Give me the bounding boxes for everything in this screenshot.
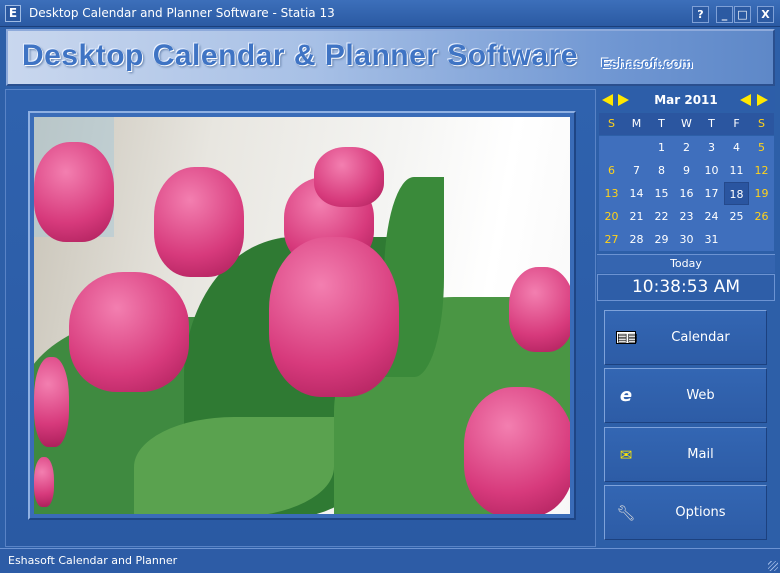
date-cell[interactable]: 14 — [624, 182, 649, 205]
window-title: Desktop Calendar and Planner Software - … — [29, 6, 335, 20]
date-cell[interactable]: 18 — [724, 182, 749, 205]
title-bar: E Desktop Calendar and Planner Software … — [0, 0, 780, 27]
date-cell[interactable]: 11 — [724, 159, 749, 182]
weekday: T — [658, 117, 665, 130]
mail-icon: ✉ — [619, 446, 633, 464]
banner: Desktop Calendar & Planner Software Esha… — [6, 29, 775, 86]
app-icon[interactable]: E — [5, 5, 21, 22]
web-button-label: Web — [686, 388, 715, 403]
date-cell[interactable]: 1 — [649, 136, 674, 159]
status-text: Eshasoft Calendar and Planner — [8, 554, 178, 567]
date-cell[interactable]: 28 — [624, 228, 649, 251]
date-cell[interactable]: 20 — [599, 205, 624, 228]
date-cell — [749, 228, 774, 251]
clock: 10:38:53 AM — [597, 274, 775, 301]
date-cell[interactable]: 5 — [749, 136, 774, 159]
calendar-book-icon: ▤▤ — [616, 331, 638, 344]
photo-frame — [28, 111, 576, 520]
mail-button[interactable]: ✉ Mail — [604, 427, 767, 482]
weekday: W — [681, 117, 692, 130]
date-cell[interactable]: 4 — [724, 136, 749, 159]
right-panel: Mar 2011 S M T W T F S 1 2 3 4 5 6 7 8 9 10 11 12 13… — [597, 89, 775, 547]
web-button[interactable]: e Web — [604, 368, 767, 423]
date-cell[interactable]: 9 — [674, 159, 699, 182]
calendar-button-label: Calendar — [671, 330, 730, 345]
date-cell[interactable]: 30 — [674, 228, 699, 251]
date-cell[interactable]: 27 — [599, 228, 624, 251]
weekday-row: S M T W T F S — [599, 113, 774, 135]
help-button[interactable]: ? — [692, 6, 709, 23]
date-cell[interactable]: 31 — [699, 228, 724, 251]
date-cell[interactable]: 17 — [699, 182, 724, 205]
options-button-label: Options — [675, 505, 726, 520]
date-cell[interactable]: 21 — [624, 205, 649, 228]
date-cell[interactable]: 19 — [749, 182, 774, 205]
photo-panel — [5, 89, 596, 547]
status-bar: Eshasoft Calendar and Planner — [0, 548, 780, 573]
next-year-icon[interactable] — [757, 94, 768, 106]
weekday: S — [608, 117, 615, 130]
minimize-button[interactable]: _ — [716, 6, 733, 23]
date-cell[interactable]: 22 — [649, 205, 674, 228]
maximize-button[interactable]: □ — [734, 6, 751, 23]
today-button[interactable]: Today — [597, 254, 775, 273]
date-cell[interactable]: 26 — [749, 205, 774, 228]
tulip-photo — [34, 117, 570, 514]
weekday: M — [631, 117, 642, 130]
prev-year-icon[interactable] — [740, 94, 751, 106]
date-cell[interactable]: 24 — [699, 205, 724, 228]
calendar-button[interactable]: ▤▤ Calendar — [604, 310, 767, 365]
banner-site: Eshasoft.com — [601, 55, 693, 71]
date-cell[interactable]: 3 — [699, 136, 724, 159]
options-button[interactable]: 🔧︎ Options — [604, 485, 767, 540]
internet-explorer-icon: e — [619, 385, 633, 406]
date-cell — [599, 136, 624, 159]
date-grid: 1 2 3 4 5 6 7 8 9 10 11 12 13 14 15 16 17 18 19 20 21 22 23 24 2… — [599, 136, 774, 251]
date-cell — [724, 228, 749, 251]
mail-button-label: Mail — [687, 447, 714, 462]
weekday: F — [733, 117, 740, 130]
date-cell[interactable]: 8 — [649, 159, 674, 182]
date-cell[interactable]: 2 — [674, 136, 699, 159]
date-cell — [624, 136, 649, 159]
date-cell[interactable]: 25 — [724, 205, 749, 228]
date-cell[interactable]: 23 — [674, 205, 699, 228]
weekday: S — [758, 117, 765, 130]
weekday: T — [708, 117, 715, 130]
banner-title: Desktop Calendar & Planner Software — [22, 39, 578, 72]
date-cell[interactable]: 15 — [649, 182, 674, 205]
resize-grip-icon[interactable] — [768, 561, 778, 571]
date-cell[interactable]: 12 — [749, 159, 774, 182]
close-button[interactable]: X — [757, 6, 774, 23]
date-cell[interactable]: 10 — [699, 159, 724, 182]
date-cell[interactable]: 13 — [599, 182, 624, 205]
date-cell[interactable]: 7 — [624, 159, 649, 182]
date-cell[interactable]: 6 — [599, 159, 624, 182]
wrench-icon: 🔧︎ — [616, 504, 636, 522]
calendar-header: Mar 2011 — [597, 89, 775, 111]
date-cell[interactable]: 16 — [674, 182, 699, 205]
date-cell[interactable]: 29 — [649, 228, 674, 251]
